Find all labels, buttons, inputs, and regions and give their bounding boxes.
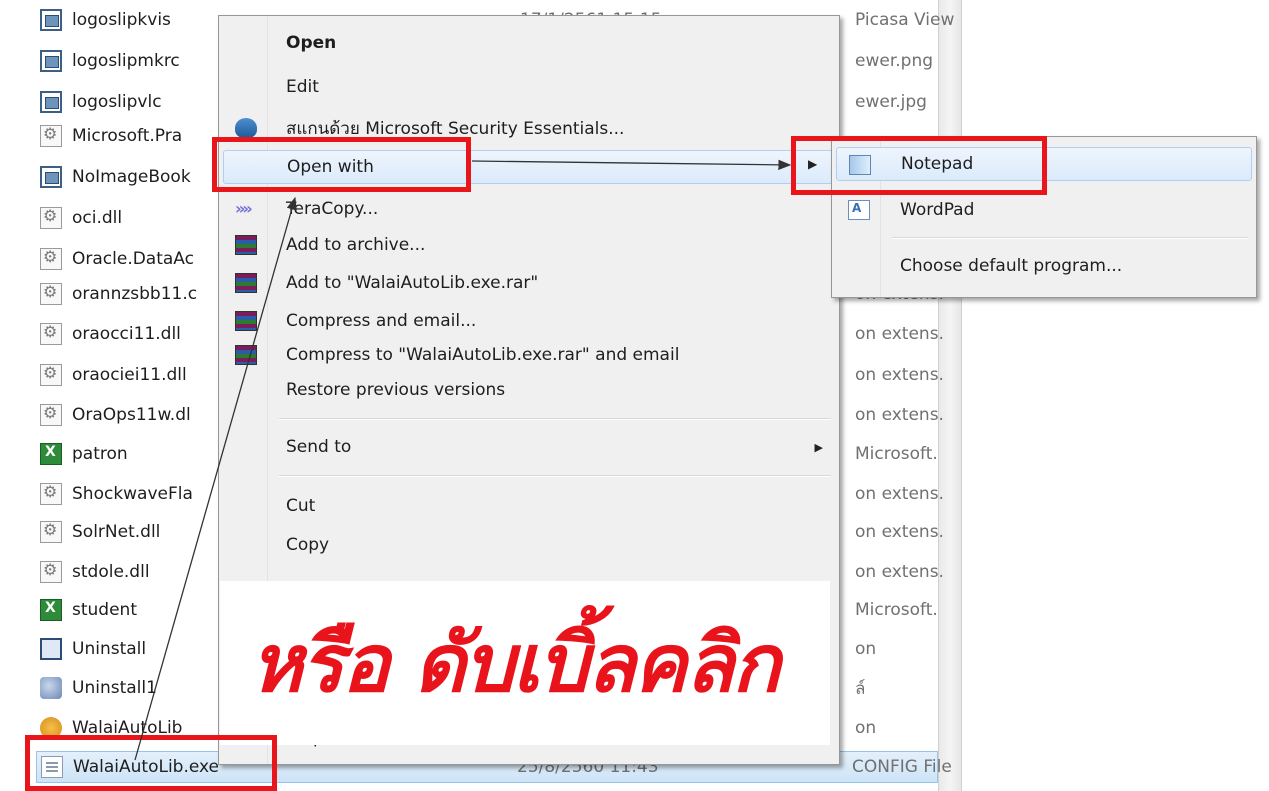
- menu-item-add-rar[interactable]: Add to "WalaiAutoLib.exe.rar": [223, 266, 835, 300]
- menu-item-edit[interactable]: Edit: [223, 70, 835, 104]
- security-essentials-icon: [235, 118, 257, 138]
- excel-file-icon: [40, 443, 62, 465]
- menu-item-add-archive[interactable]: Add to archive...: [223, 228, 835, 262]
- submenu-arrow-icon: ▶: [814, 440, 823, 454]
- dll-file-icon: [40, 482, 62, 505]
- menu-item-copy[interactable]: Copy: [223, 528, 835, 562]
- dll-file-icon: [40, 322, 62, 345]
- highlight-selected-file: [25, 735, 277, 791]
- vertical-scrollbar[interactable]: [938, 0, 962, 791]
- excel-file-icon: [40, 599, 62, 621]
- dll-file-icon: [40, 403, 62, 426]
- menu-item-compress-email[interactable]: Compress and email...: [223, 304, 835, 338]
- menu-item-compress-rar-email[interactable]: Compress to "WalaiAutoLib.exe.rar" and e…: [223, 338, 835, 372]
- highlight-notepad: [791, 136, 1047, 195]
- menu-separator: [279, 475, 831, 477]
- image-file-icon: [40, 9, 62, 31]
- uninstall-icon: [40, 638, 62, 660]
- menu-separator: [279, 418, 831, 420]
- menu-item-cut[interactable]: Cut: [223, 489, 835, 523]
- dll-file-icon: [40, 247, 62, 270]
- menu-item-open[interactable]: Open: [223, 26, 835, 60]
- winrar-icon: [235, 345, 257, 365]
- thai-caption: หรือ ดับเบิ้ลคลิก: [250, 617, 780, 710]
- dll-file-icon: [40, 363, 62, 386]
- winrar-icon: [235, 311, 257, 331]
- teracopy-icon: »»: [235, 199, 253, 218]
- menu-separator: [892, 237, 1248, 239]
- dll-file-icon: [40, 560, 62, 583]
- dll-file-icon: [40, 206, 62, 229]
- winrar-icon: [235, 235, 257, 255]
- dll-file-icon: [40, 520, 62, 543]
- submenu-item-wordpad[interactable]: WordPad: [836, 193, 1252, 227]
- winrar-icon: [235, 273, 257, 293]
- highlight-open-with: [212, 137, 471, 192]
- menu-item-send-to[interactable]: Send to ▶: [223, 430, 835, 464]
- image-file-icon: [40, 91, 62, 113]
- uninstall-icon: [40, 677, 62, 699]
- dll-file-icon: [40, 282, 62, 305]
- menu-item-teracopy[interactable]: »» TeraCopy...: [223, 192, 835, 226]
- submenu-item-choose-default[interactable]: Choose default program...: [836, 249, 1252, 283]
- image-file-icon: [40, 166, 62, 188]
- image-file-icon: [40, 50, 62, 72]
- menu-item-restore[interactable]: Restore previous versions: [223, 373, 835, 407]
- dll-file-icon: [40, 124, 62, 147]
- wordpad-icon: [848, 200, 870, 220]
